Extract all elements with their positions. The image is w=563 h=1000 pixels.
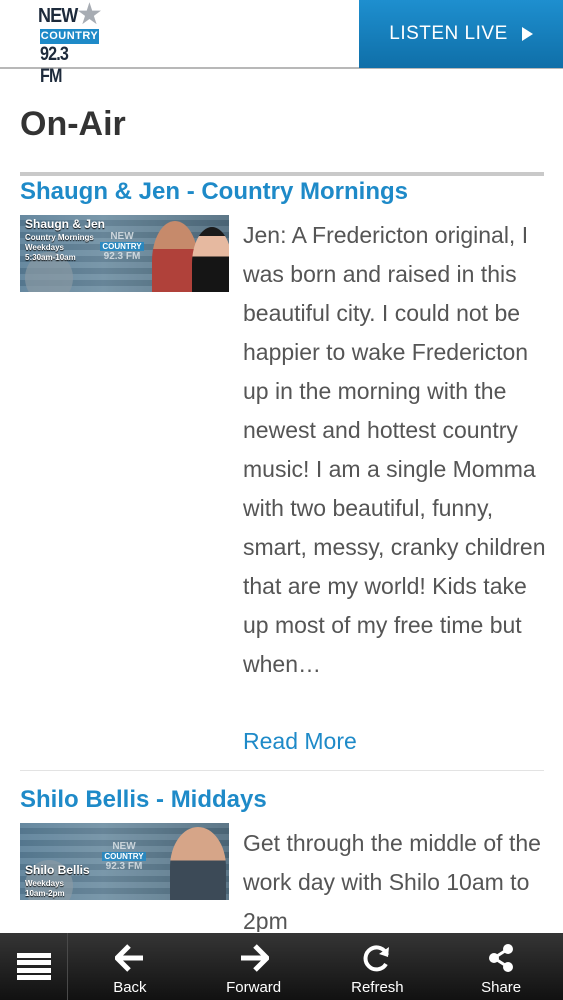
- back-button[interactable]: Back: [68, 933, 192, 1000]
- listen-live-label: LISTEN LIVE: [389, 23, 508, 44]
- banner-days: Weekdays: [25, 879, 64, 888]
- logo-country-text: COUNTRY: [40, 29, 99, 44]
- refresh-button[interactable]: Refresh: [316, 933, 440, 1000]
- bottom-toolbar: Back Forward Refresh Share: [0, 933, 563, 1000]
- menu-button[interactable]: [0, 933, 68, 1000]
- banner-logo: NEW COUNTRY 92.3 FM: [102, 841, 146, 872]
- show-description: Get through the middle of the work day w…: [243, 830, 541, 932]
- logo-new-text: NEW: [38, 5, 78, 27]
- play-icon: [521, 27, 533, 41]
- show-title-link[interactable]: Shaugn & Jen - Country Mornings: [20, 178, 408, 206]
- title-divider: [20, 172, 544, 176]
- listen-live-button[interactable]: LISTEN LIVE: [359, 0, 563, 68]
- forward-label: Forward: [226, 979, 282, 996]
- banner-time: 5:30am-10am: [25, 253, 76, 262]
- banner-host-name: Shilo Bellis: [25, 863, 90, 877]
- arrow-right-icon: [239, 942, 269, 974]
- page-title: On-Air: [20, 105, 126, 143]
- back-label: Back: [113, 979, 147, 996]
- host-photo-female: [192, 227, 229, 292]
- show-title-link[interactable]: Shilo Bellis - Middays: [20, 786, 267, 814]
- banner-time: 10am-2pm: [25, 889, 65, 898]
- refresh-icon: [362, 942, 392, 974]
- show-banner-image[interactable]: Shaugn & Jen Country Mornings Weekdays 5…: [20, 215, 229, 292]
- share-icon: [487, 942, 515, 974]
- hamburger-icon: [16, 952, 51, 981]
- show-banner-image[interactable]: Shilo Bellis Weekdays 10am-2pm NEW COUNT…: [20, 823, 229, 900]
- logo-frequency-text: 92.3 FM: [40, 44, 69, 87]
- share-button[interactable]: Share: [439, 933, 563, 1000]
- arrow-left-icon: [114, 942, 145, 974]
- read-more-link[interactable]: Read More: [243, 728, 357, 755]
- show-description: Jen: A Fredericton original, I was born …: [243, 222, 546, 677]
- station-logo[interactable]: NEW ★ COUNTRY 92.3 FM: [38, 0, 103, 87]
- banner-days: Weekdays: [25, 243, 64, 252]
- share-label: Share: [481, 979, 522, 996]
- host-photo: [170, 827, 226, 900]
- star-icon: ★: [76, 0, 103, 31]
- refresh-label: Refresh: [351, 979, 404, 996]
- banner-logo: NEW COUNTRY 92.3 FM: [100, 231, 144, 262]
- app-header: NEW ★ COUNTRY 92.3 FM LISTEN LIVE: [0, 0, 563, 87]
- banner-show-name: Country Mornings: [25, 233, 94, 242]
- forward-button[interactable]: Forward: [192, 933, 316, 1000]
- item-divider: [20, 770, 544, 771]
- banner-host-name: Shaugn & Jen: [25, 217, 106, 231]
